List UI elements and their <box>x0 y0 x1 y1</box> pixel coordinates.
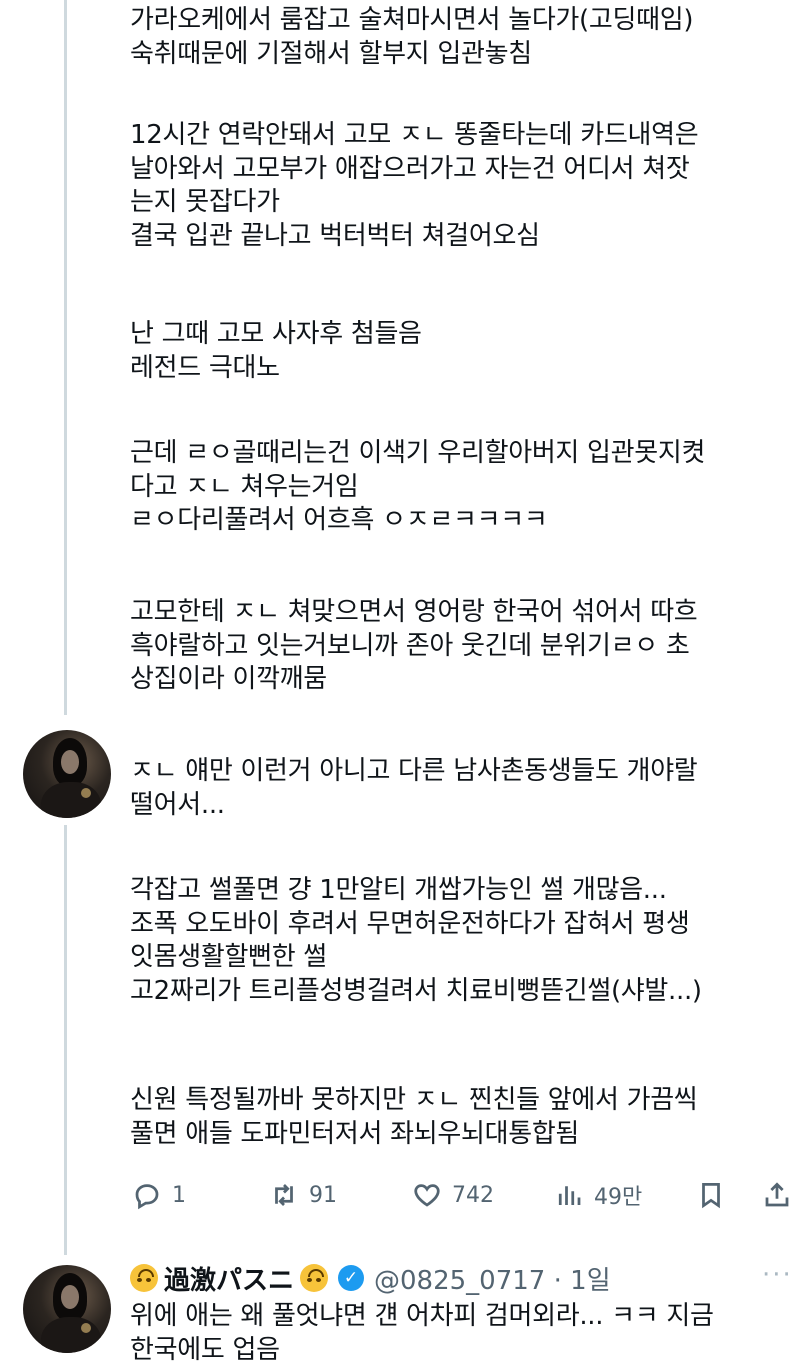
post3-body: 위에 애는 왜 풀엇냐면 걘 어차피 검머외라... ㅋㅋ 지금 한국에도 업음 <box>130 1301 714 1365</box>
tweet-actions: 1 91 742 49만 <box>128 1172 800 1218</box>
upside-down-face-icon <box>130 1264 158 1292</box>
post2-paragraph-1: ㅈㄴ 얘만 이런거 아니고 다른 남사촌동생들도 개야랄 떨어서... <box>130 756 698 820</box>
post1-paragraph-1: 가라오케에서 룸잡고 술쳐마시면서 놀다가(고딩때임) 숙취때문에 기절해서 할… <box>130 5 694 69</box>
retweet-count: 91 <box>309 1182 337 1208</box>
avatar[interactable] <box>23 1265 111 1353</box>
reply-icon <box>135 1184 159 1210</box>
post1-paragraph-5: 고모한테 ㅈㄴ 쳐맞으면서 영어랑 한국어 섞어서 따흐 흑야랄하고 잇는거보니… <box>130 597 698 694</box>
more-icon[interactable]: ··· <box>762 1260 793 1290</box>
verified-icon: ✓ <box>338 1265 365 1291</box>
share-icon <box>765 1182 789 1207</box>
post2-paragraph-3: 신원 특정될까바 못하지만 ㅈㄴ 찐친들 앞에서 가끔씩 풀면 애들 도파민터저… <box>130 1085 698 1149</box>
retweet-button[interactable]: 91 <box>269 1172 337 1218</box>
post1-paragraph-4: 근데 ㄹㅇ골때리는건 이색기 우리할아버지 입관못지켯 다고 ㅈㄴ 쳐우는거임 … <box>130 438 706 535</box>
reply-button[interactable]: 1 <box>132 1172 186 1218</box>
like-icon <box>414 1184 440 1207</box>
views-icon <box>558 1186 581 1205</box>
post3-header: 過激パスニ ✓ @0825_0717 · 1일 <box>130 1258 800 1298</box>
post1-paragraph-3: 난 그때 고모 사자후 첨들음 레전드 극대노 <box>130 319 422 383</box>
reply-count: 1 <box>172 1182 186 1208</box>
display-name[interactable]: 過激パスニ <box>164 1260 294 1297</box>
post2-paragraph-2: 각잡고 썰풀면 걍 1만알티 개쌉가능인 썰 개많음... 조폭 오도바이 후려… <box>130 875 702 1006</box>
bookmark-button[interactable] <box>696 1172 726 1218</box>
upside-down-face-icon <box>300 1264 329 1292</box>
like-count: 742 <box>452 1182 494 1208</box>
thread-line-middle <box>64 825 67 1255</box>
like-button[interactable]: 742 <box>412 1172 494 1218</box>
handle-and-time[interactable]: @0825_0717 · 1일 <box>374 1260 611 1297</box>
avatar[interactable] <box>23 730 111 818</box>
share-button[interactable] <box>762 1172 792 1218</box>
post1-paragraph-2: 12시간 연락안돼서 고모 ㅈㄴ 똥줄타는데 카드내역은 날아와서 고모부가 애… <box>130 120 699 251</box>
retweet-icon <box>275 1184 293 1206</box>
views-count: 49만 <box>594 1185 643 1210</box>
bookmark-icon <box>702 1183 720 1209</box>
views-button[interactable]: 49만 <box>554 1172 642 1218</box>
thread-line-top <box>64 0 67 715</box>
